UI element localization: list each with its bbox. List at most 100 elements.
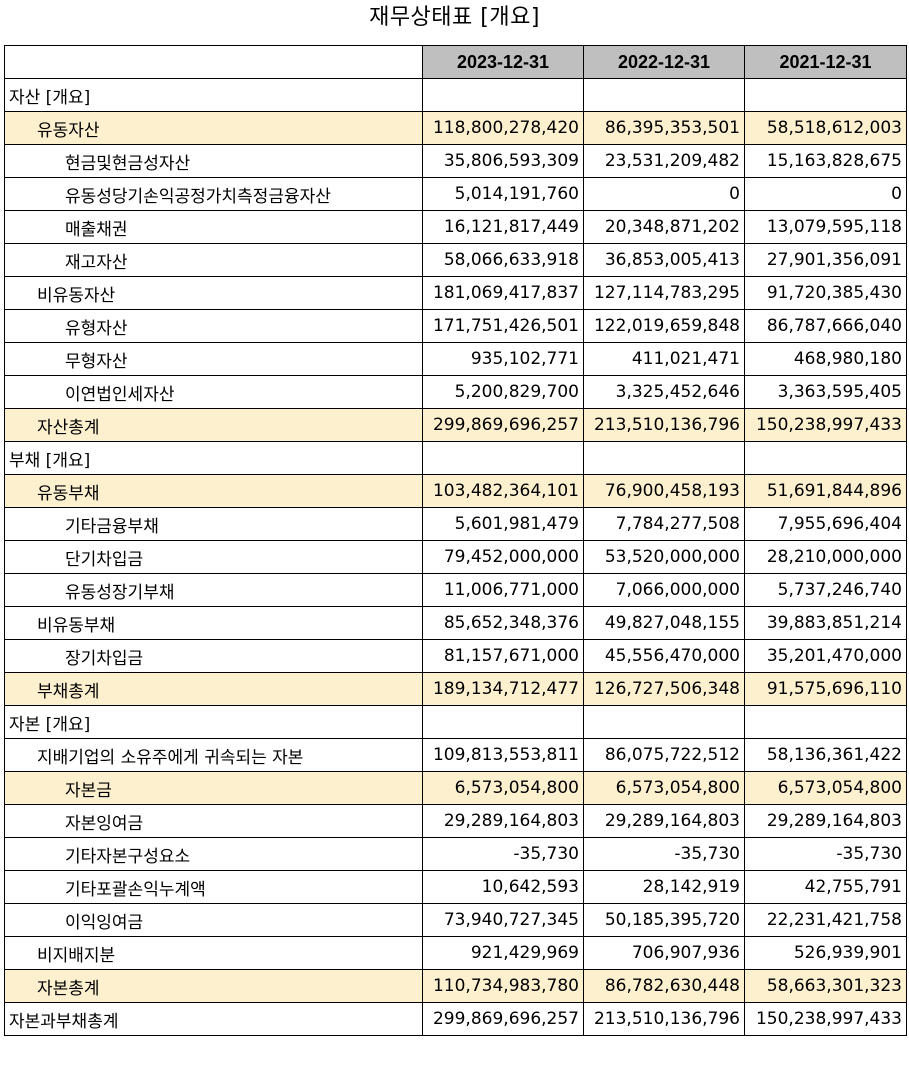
row-label: 비유동부채 xyxy=(4,606,423,640)
value-2023-cell: 171,751,426,501 xyxy=(422,309,584,343)
row-label: 기타금융부채 xyxy=(4,507,423,541)
value-2021-cell: 22,231,421,758 xyxy=(744,903,907,937)
value-2022-cell: 213,510,136,796 xyxy=(583,408,745,442)
table-row: 유형자산 171,751,426,501 122,019,659,848 86,787… xyxy=(4,309,907,343)
table-row: 재고자산 58,066,633,918 36,853,005,413 27,901,3… xyxy=(4,243,907,277)
row-label: 자본금 xyxy=(4,771,423,805)
value-2021-cell: 29,289,164,803 xyxy=(744,804,907,838)
value-2021-cell: 58,136,361,422 xyxy=(744,738,907,772)
row-label: 매출채권 xyxy=(4,210,423,244)
header-corner-cell xyxy=(4,45,423,79)
value-2023-cell xyxy=(422,78,584,112)
value-2022-cell: 49,827,048,155 xyxy=(583,606,745,640)
value-2021-cell xyxy=(744,78,907,112)
table-row: 자본잉여금 29,289,164,803 29,289,164,803 29,289,… xyxy=(4,804,907,838)
table-row: 자본총계 110,734,983,780 86,782,630,448 58,663,… xyxy=(4,969,907,1003)
column-header-2023: 2023-12-31 xyxy=(422,45,584,79)
row-label: 이익잉여금 xyxy=(4,903,423,937)
value-2023-cell: 118,800,278,420 xyxy=(422,111,584,145)
value-2022-cell: 86,075,722,512 xyxy=(583,738,745,772)
table-body: 자산 [개요] 유동자산 118,800,278,420 86,395,353,501… xyxy=(4,78,907,1036)
value-2022-cell: 6,573,054,800 xyxy=(583,771,745,805)
value-2021-cell: 86,787,666,040 xyxy=(744,309,907,343)
value-2022-cell: 7,066,000,000 xyxy=(583,573,745,607)
value-2023-cell: 35,806,593,309 xyxy=(422,144,584,178)
column-header-2022: 2022-12-31 xyxy=(583,45,745,79)
balance-sheet-table: 2023-12-31 2022-12-31 2021-12-31 자산 [개요]… xyxy=(4,45,907,1036)
value-2023-cell: 79,452,000,000 xyxy=(422,540,584,574)
table-row: 기타금융부채 5,601,981,479 7,784,277,508 7,955,69… xyxy=(4,507,907,541)
table-row: 부채총계 189,134,712,477 126,727,506,348 91,575… xyxy=(4,672,907,706)
value-2022-cell: 3,325,452,646 xyxy=(583,375,745,409)
value-2022-cell: 0 xyxy=(583,177,745,211)
row-label: 유동성장기부채 xyxy=(4,573,423,607)
value-2021-cell xyxy=(744,441,907,475)
value-2021-cell: 0 xyxy=(744,177,907,211)
row-label: 자산 [개요] xyxy=(4,78,423,112)
value-2022-cell: 20,348,871,202 xyxy=(583,210,745,244)
value-2022-cell: 411,021,471 xyxy=(583,342,745,376)
table-row: 자본금 6,573,054,800 6,573,054,800 6,573,054,8… xyxy=(4,771,907,805)
value-2023-cell: 6,573,054,800 xyxy=(422,771,584,805)
value-2023-cell xyxy=(422,441,584,475)
table-row: 유동부채 103,482,364,101 76,900,458,193 51,691,… xyxy=(4,474,907,508)
value-2022-cell: 706,907,936 xyxy=(583,936,745,970)
row-label: 기타자본구성요소 xyxy=(4,837,423,871)
table-row: 부채 [개요] xyxy=(4,441,907,475)
value-2021-cell: 51,691,844,896 xyxy=(744,474,907,508)
row-label: 이연법인세자산 xyxy=(4,375,423,409)
value-2022-cell: 53,520,000,000 xyxy=(583,540,745,574)
value-2023-cell: 58,066,633,918 xyxy=(422,243,584,277)
value-2023-cell: 11,006,771,000 xyxy=(422,573,584,607)
row-label: 부채 [개요] xyxy=(4,441,423,475)
header-row: 2023-12-31 2022-12-31 2021-12-31 xyxy=(4,45,907,79)
value-2023-cell: 5,014,191,760 xyxy=(422,177,584,211)
table-row: 이연법인세자산 5,200,829,700 3,325,452,646 3,363,5… xyxy=(4,375,907,409)
row-label: 자본과부채총계 xyxy=(4,1002,423,1036)
value-2021-cell: 91,575,696,110 xyxy=(744,672,907,706)
row-label: 기타포괄손익누계액 xyxy=(4,870,423,904)
value-2023-cell: 10,642,593 xyxy=(422,870,584,904)
row-label: 자산총계 xyxy=(4,408,423,442)
value-2022-cell xyxy=(583,78,745,112)
table-row: 지배기업의 소유주에게 귀속되는 자본 109,813,553,811 86,075… xyxy=(4,738,907,772)
value-2023-cell xyxy=(422,705,584,739)
value-2023-cell: 921,429,969 xyxy=(422,936,584,970)
value-2021-cell: -35,730 xyxy=(744,837,907,871)
value-2023-cell: -35,730 xyxy=(422,837,584,871)
value-2021-cell: 27,901,356,091 xyxy=(744,243,907,277)
table-row: 비지배지분 921,429,969 706,907,936 526,939,901 xyxy=(4,936,907,970)
table-row: 자산총계 299,869,696,257 213,510,136,796 150,23… xyxy=(4,408,907,442)
value-2021-cell: 7,955,696,404 xyxy=(744,507,907,541)
value-2022-cell xyxy=(583,705,745,739)
value-2021-cell: 28,210,000,000 xyxy=(744,540,907,574)
value-2021-cell: 15,163,828,675 xyxy=(744,144,907,178)
value-2023-cell: 299,869,696,257 xyxy=(422,408,584,442)
table-row: 비유동부채 85,652,348,376 49,827,048,155 39,883,… xyxy=(4,606,907,640)
value-2022-cell: 23,531,209,482 xyxy=(583,144,745,178)
value-2022-cell: 86,395,353,501 xyxy=(583,111,745,145)
value-2022-cell xyxy=(583,441,745,475)
row-label: 지배기업의 소유주에게 귀속되는 자본 xyxy=(4,738,423,772)
value-2023-cell: 109,813,553,811 xyxy=(422,738,584,772)
value-2022-cell: 28,142,919 xyxy=(583,870,745,904)
value-2022-cell: 29,289,164,803 xyxy=(583,804,745,838)
table-row: 기타포괄손익누계액 10,642,593 28,142,919 42,755,791 xyxy=(4,870,907,904)
table-row: 이익잉여금 73,940,727,345 50,185,395,720 22,231,… xyxy=(4,903,907,937)
value-2022-cell: 127,114,783,295 xyxy=(583,276,745,310)
value-2022-cell: 86,782,630,448 xyxy=(583,969,745,1003)
value-2023-cell: 299,869,696,257 xyxy=(422,1002,584,1036)
table-row: 단기차입금 79,452,000,000 53,520,000,000 28,210,… xyxy=(4,540,907,574)
row-label: 비유동자산 xyxy=(4,276,423,310)
row-label: 유동부채 xyxy=(4,474,423,508)
value-2023-cell: 5,200,829,700 xyxy=(422,375,584,409)
table-row: 매출채권 16,121,817,449 20,348,871,202 13,079,5… xyxy=(4,210,907,244)
value-2021-cell xyxy=(744,705,907,739)
value-2021-cell: 58,518,612,003 xyxy=(744,111,907,145)
row-label: 무형자산 xyxy=(4,342,423,376)
value-2023-cell: 29,289,164,803 xyxy=(422,804,584,838)
table-row: 자본 [개요] xyxy=(4,705,907,739)
value-2022-cell: 36,853,005,413 xyxy=(583,243,745,277)
row-label: 부채총계 xyxy=(4,672,423,706)
value-2022-cell: 213,510,136,796 xyxy=(583,1002,745,1036)
